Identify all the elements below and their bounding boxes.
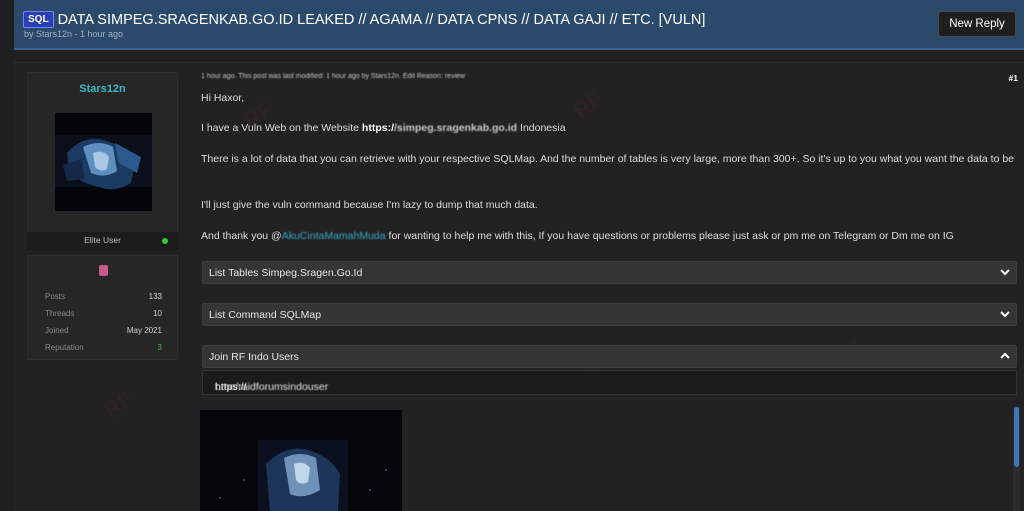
new-reply-button[interactable]: New Reply — [938, 11, 1016, 37]
user-stats: Posts 133 Threads 10 Joined May 2021 Rep… — [27, 255, 178, 360]
spoiler-list-tables[interactable]: List Tables Simpeg.Sragen.Go.Id — [202, 261, 1017, 284]
post-image-graphic — [200, 410, 402, 511]
post-image[interactable] — [200, 410, 402, 511]
post-line-thanks: And thank you @AkuCintaMamahMuda for wan… — [201, 229, 954, 245]
post-line-website: I have a Vuln Web on the Website https:/… — [201, 121, 566, 137]
thread-title: SQL DATA SIMPEG.SRAGENKAB.GO.ID LEAKED //… — [23, 11, 705, 28]
online-status-icon — [162, 238, 168, 244]
post-number-link[interactable]: #1 — [1009, 73, 1018, 83]
post-text-span: Indonesia — [517, 122, 566, 134]
website-link[interactable]: https://simpeg.sragenkab.go.id — [362, 122, 517, 134]
username[interactable]: Stars12n — [28, 83, 177, 95]
user-title-bar: Elite User — [27, 232, 178, 250]
stat-value[interactable]: 133 — [149, 292, 162, 301]
post-meta: 1 hour ago. This post was last modified:… — [201, 73, 466, 80]
thread-title-text: DATA SIMPEG.SRAGENKAB.GO.ID LEAKED // AG… — [57, 12, 706, 28]
spoiler-title: Join RF Indo Users — [209, 351, 299, 363]
post-line-vuln-command: I'll just give the vuln command because … — [201, 199, 538, 211]
spoiler-join-rf-indo[interactable]: Join RF Indo Users — [202, 345, 1017, 368]
stat-value[interactable]: 3 — [158, 343, 162, 352]
stat-posts: Posts 133 — [45, 292, 162, 301]
spoiler-list-command[interactable]: List Command SQLMap — [202, 303, 1017, 326]
sql-prefix-badge[interactable]: SQL — [23, 11, 54, 28]
spoiler-title: List Command SQLMap — [209, 309, 322, 321]
post-text-span: for wanting to help me with this, If you… — [385, 230, 954, 242]
watermark: RF — [99, 385, 138, 424]
chevron-up-icon — [1000, 352, 1010, 359]
user-profile-card: Stars12n — [27, 72, 178, 240]
scrollbar-thumb[interactable] — [1014, 407, 1019, 467]
spoiler-title: List Tables Simpeg.Sragen.Go.Id — [209, 267, 363, 279]
post-text-span: I have a Vuln Web on the Website — [201, 122, 362, 134]
stat-label: Reputation — [45, 343, 84, 352]
post-line-sqlmap: There is a lot of data that you can retr… — [201, 153, 1015, 165]
avatar[interactable] — [55, 113, 152, 211]
chevron-down-icon — [1000, 311, 1010, 318]
stat-label: Joined — [45, 326, 69, 335]
link-prefix: https:/ — [361, 122, 394, 134]
stat-value: May 2021 — [126, 326, 162, 335]
post-greeting: Hi Haxor, — [201, 92, 245, 104]
link-redacted: t.me/raidforumsindouser — [215, 381, 329, 393]
post-text-span: And thank you @ — [201, 230, 282, 242]
spoiler-content: https://t.me/raidforumsindouser — [202, 370, 1017, 395]
stat-value[interactable]: 10 — [153, 309, 162, 318]
stat-joined: Joined May 2021 — [45, 326, 162, 335]
avatar-image — [55, 113, 152, 211]
stat-label: Posts — [45, 292, 66, 301]
thread-subtitle: by Stars12n - 1 hour ago — [24, 29, 124, 39]
chevron-down-icon — [1000, 269, 1010, 276]
scrollbar[interactable] — [1013, 406, 1020, 511]
user-mention-link[interactable]: AkuCintaMamahMuda — [282, 230, 386, 242]
stat-reputation: Reputation 3 — [45, 343, 162, 352]
link-redacted: /simpeg.sragenkab.go.id — [393, 122, 518, 134]
award-icon — [99, 265, 108, 276]
post-container: RF RF RF RF RF Stars12n Elite User Posts… — [14, 62, 1024, 511]
thread-header: SQL DATA SIMPEG.SRAGENKAB.GO.ID LEAKED //… — [14, 0, 1024, 50]
stat-label: Threads — [45, 309, 75, 318]
user-title: Elite User — [84, 235, 121, 245]
stat-threads: Threads 10 — [45, 309, 162, 318]
watermark: RF — [569, 85, 608, 124]
